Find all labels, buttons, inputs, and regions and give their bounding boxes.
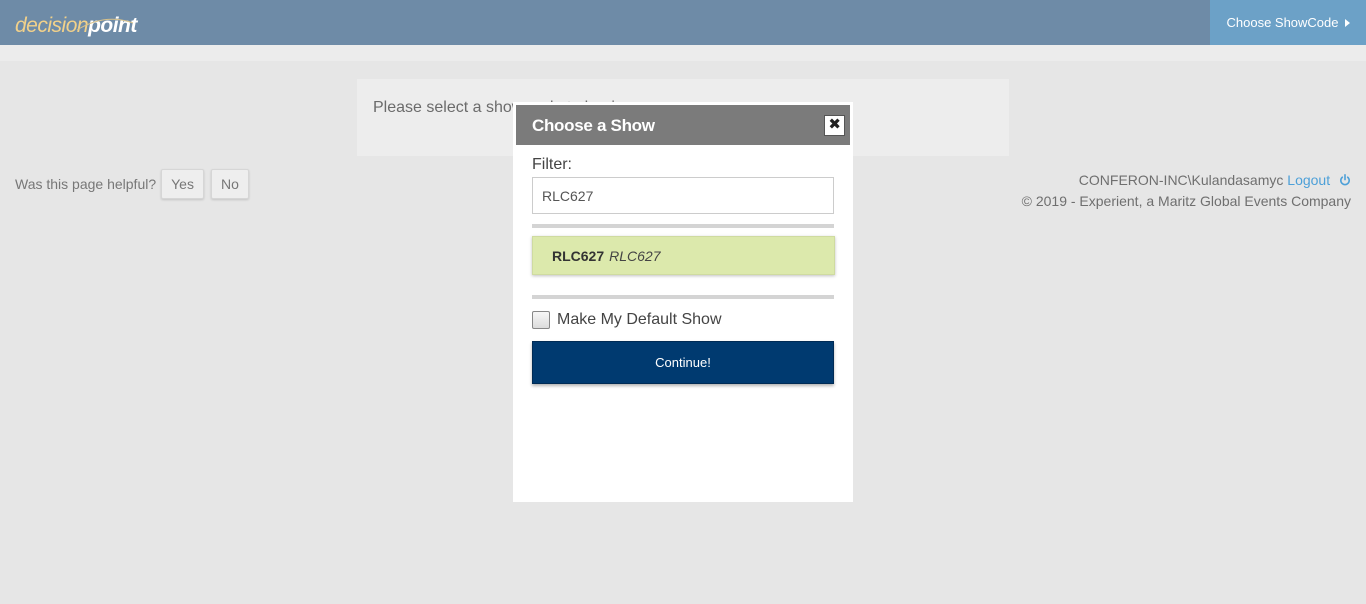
results-top-divider [532,224,834,228]
continue-button[interactable]: Continue! [532,341,834,384]
sub-header-strip [0,45,1366,61]
current-user: CONFERON-INC\Kulandasamyc [1078,172,1284,188]
results-bottom-divider [532,295,834,299]
close-icon[interactable]: ✖ [824,115,845,136]
user-line: CONFERON-INC\Kulandasamyc Logout [1022,170,1351,191]
filter-label: Filter: [532,156,572,173]
default-show-checkbox[interactable] [532,311,550,329]
continue-label: Continue! [655,355,711,370]
logout-link[interactable]: Logout [1287,172,1351,188]
caret-right-icon [1344,18,1350,27]
top-navbar: decisionpoint Choose ShowCode [0,0,1366,45]
choose-show-modal: Choose a Show ✖ Filter: RLC627 RLC627 Ma… [513,102,853,502]
filter-input[interactable] [532,177,834,214]
show-code: RLC627 [552,247,605,264]
show-result-item[interactable]: RLC627 RLC627 [532,236,835,275]
default-show-label[interactable]: Make My Default Show [557,311,722,329]
show-name: RLC627 [609,247,661,264]
helpful-yes-button[interactable]: Yes [161,169,204,199]
choose-showcode-label: Choose ShowCode [1226,15,1339,30]
helpful-question: Was this page helpful? [15,176,157,192]
copyright-text: © 2019 - Experient, a Maritz Global Even… [1021,193,1351,209]
default-show-row: Make My Default Show [532,311,722,329]
logo-arc-icon [76,18,134,31]
modal-title: Choose a Show [532,116,655,135]
page-helpful-feedback: Was this page helpful? Yes No [15,169,249,199]
decisionpoint-logo[interactable]: decisionpoint [15,13,137,39]
choose-showcode-button[interactable]: Choose ShowCode [1210,0,1366,45]
modal-header: Choose a Show ✖ [516,105,850,145]
power-icon [1340,174,1350,186]
helpful-no-button[interactable]: No [210,169,249,199]
footer-info: CONFERON-INC\Kulandasamyc Logout © 2019 … [1022,170,1351,212]
logout-label: Logout [1287,172,1331,188]
